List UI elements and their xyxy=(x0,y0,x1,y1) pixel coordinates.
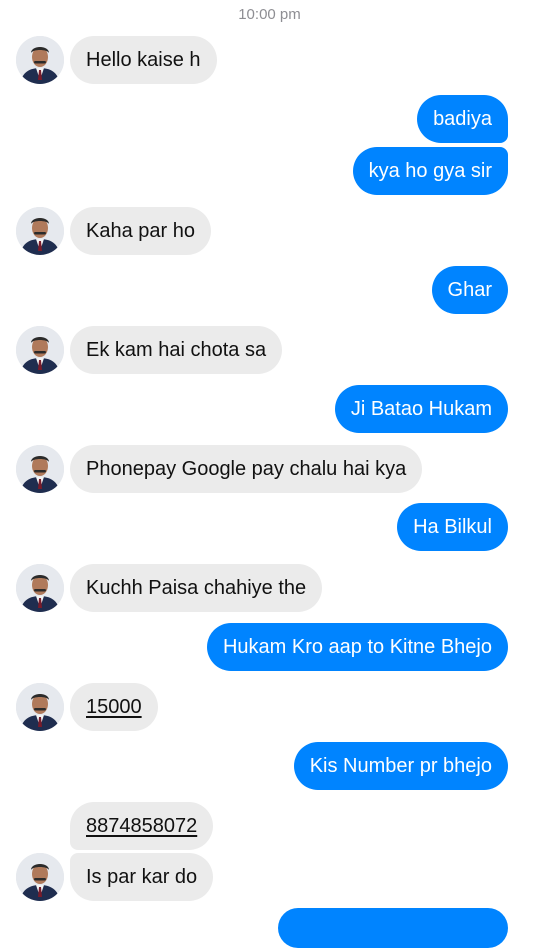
message-outgoing[interactable]: Ghar xyxy=(431,266,508,314)
message-phone-link[interactable]: 8874858072 xyxy=(86,815,197,837)
contact-avatar[interactable] xyxy=(16,564,64,612)
contact-photo-icon xyxy=(16,853,64,901)
message-incoming[interactable]: Ek kam hai chota sa xyxy=(70,326,283,374)
contact-avatar[interactable] xyxy=(16,445,64,493)
message-incoming[interactable]: Kaha par ho xyxy=(70,207,211,255)
message-outgoing[interactable]: Ha Bilkul xyxy=(397,503,508,551)
contact-avatar[interactable] xyxy=(16,683,64,731)
message-incoming[interactable]: Is par kar do xyxy=(70,853,214,901)
contact-photo-icon xyxy=(16,207,64,255)
chat-timestamp: 10:00 pm xyxy=(238,6,301,23)
message-number-link[interactable]: 15000 xyxy=(86,696,142,718)
message-outgoing[interactable]: kya ho gya sir xyxy=(352,147,508,195)
message-outgoing-partial[interactable] xyxy=(278,908,508,948)
contact-photo-icon xyxy=(16,445,64,493)
contact-avatar[interactable] xyxy=(16,326,64,374)
contact-photo-icon xyxy=(16,36,64,84)
contact-photo-icon xyxy=(16,564,64,612)
message-incoming[interactable]: 8874858072 xyxy=(70,802,214,850)
message-outgoing[interactable]: Ji Batao Hukam xyxy=(334,385,508,433)
message-outgoing[interactable]: Kis Number pr bhejo xyxy=(293,742,508,790)
contact-photo-icon xyxy=(16,683,64,731)
contact-photo-icon xyxy=(16,326,64,374)
message-outgoing[interactable]: Hukam Kro aap to Kitne Bhejo xyxy=(206,623,508,671)
message-incoming[interactable]: Phonepay Google pay chalu hai kya xyxy=(70,445,423,493)
contact-avatar[interactable] xyxy=(16,36,64,84)
message-incoming[interactable]: Kuchh Paisa chahiye the xyxy=(70,564,323,612)
message-outgoing[interactable]: badiya xyxy=(417,95,508,143)
message-incoming[interactable]: Hello kaise h xyxy=(70,36,217,84)
message-incoming[interactable]: 15000 xyxy=(70,683,158,731)
contact-avatar[interactable] xyxy=(16,853,64,901)
contact-avatar[interactable] xyxy=(16,207,64,255)
